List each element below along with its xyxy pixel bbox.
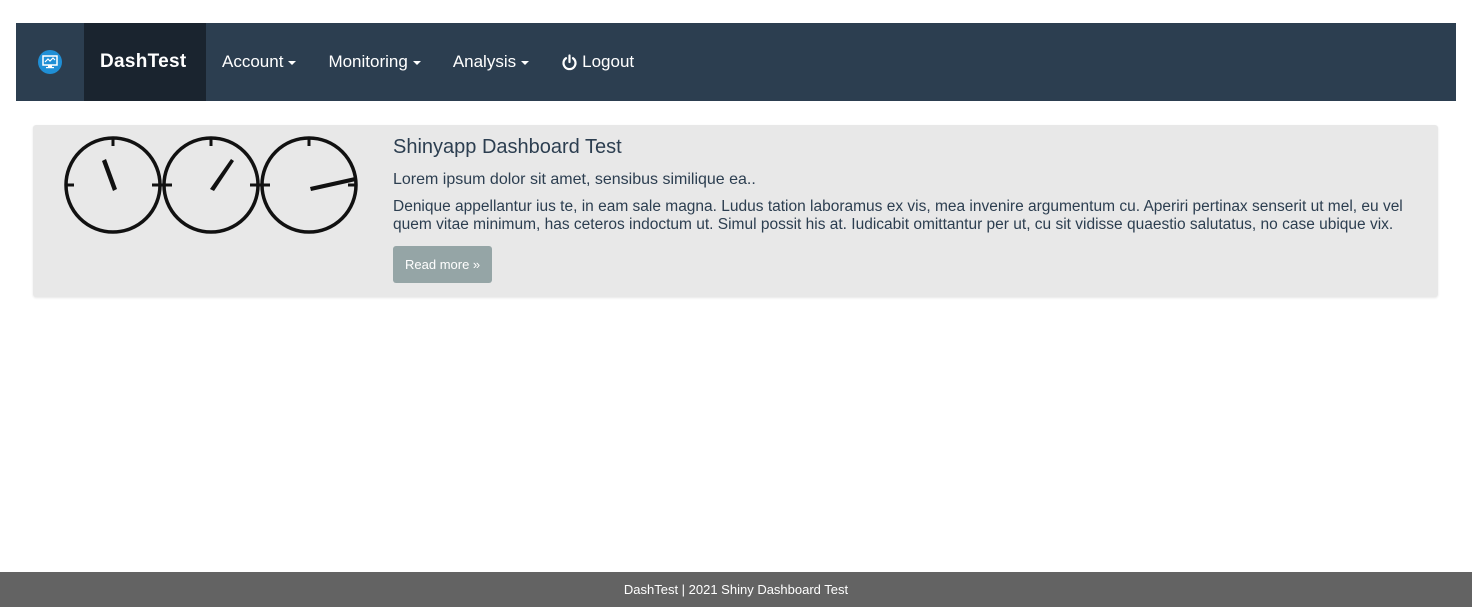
footer-text: DashTest | 2021 Shiny Dashboard Test <box>623 582 849 597</box>
navbar: DashTest Account Monitoring Analysis Log… <box>16 23 1456 101</box>
hero-body: Denique appellantur ius te, in eam sale … <box>393 198 1403 233</box>
footer: DashTest | 2021 Shiny Dashboard Test <box>0 572 1472 607</box>
hero-panel: Shinyapp Dashboard Test Lorem ipsum dolo… <box>33 125 1438 297</box>
nav-monitoring-label: Monitoring <box>328 52 408 71</box>
caret-down-icon <box>412 61 421 65</box>
caret-down-icon <box>288 61 297 65</box>
brand-link[interactable]: DashTest <box>84 23 206 101</box>
nav-account-label: Account <box>222 52 284 71</box>
hero-lead: Lorem ipsum dolor sit amet, sensibus sim… <box>393 171 756 188</box>
monitor-logo-icon <box>38 50 62 74</box>
nav-account-dropdown[interactable]: Account <box>206 23 312 101</box>
power-icon <box>561 53 578 71</box>
nav-monitoring-dropdown[interactable]: Monitoring <box>312 23 436 101</box>
caret-down-icon <box>521 61 530 65</box>
hero-content: Shinyapp Dashboard Test Lorem ipsum dolo… <box>393 134 1438 283</box>
nav-analysis-label: Analysis <box>452 52 517 71</box>
read-more-button[interactable]: Read more » <box>393 246 493 283</box>
gauges-icon <box>63 133 363 242</box>
logout-link[interactable]: Logout <box>545 23 650 101</box>
logout-label: Logout <box>582 52 635 71</box>
nav-analysis-dropdown[interactable]: Analysis <box>437 23 545 101</box>
hero-title: Shinyapp Dashboard Test <box>393 136 622 158</box>
logo[interactable] <box>16 23 84 101</box>
